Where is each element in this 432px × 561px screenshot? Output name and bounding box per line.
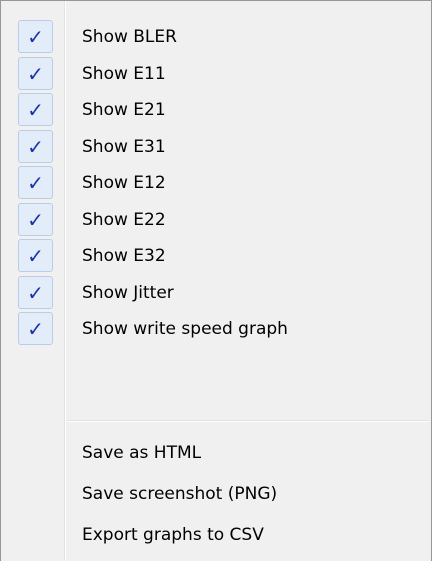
checkmark-icon: ✓ <box>18 130 53 163</box>
menu-item-label: Show E32 <box>82 246 166 266</box>
checkmark-icon: ✓ <box>18 203 53 236</box>
menu-item-show-e21[interactable]: ✓ Show E21 <box>1 92 431 128</box>
checkmark-icon: ✓ <box>18 276 53 309</box>
menu-item-label: Show E22 <box>82 210 166 230</box>
checkmark-icon: ✓ <box>18 93 53 126</box>
menu-item-label: Show BLER <box>82 27 177 47</box>
menu-item-export-graphs-csv[interactable]: Export graphs to CSV <box>1 517 431 553</box>
checkmark-icon: ✓ <box>18 312 53 345</box>
menu-item-label: Show Jitter <box>82 283 174 303</box>
menu-item-label: Show E21 <box>82 100 166 120</box>
menu-item-show-e11[interactable]: ✓ Show E11 <box>1 56 431 92</box>
menu-item-label: Save screenshot (PNG) <box>82 484 278 504</box>
menu-item-save-screenshot-png[interactable]: Save screenshot (PNG) <box>1 476 431 512</box>
menu-item-label: Save as HTML <box>82 443 202 463</box>
menu-item-label: Show E12 <box>82 173 166 193</box>
menu-item-save-as-html[interactable]: Save as HTML <box>1 435 431 471</box>
menu-item-show-e22[interactable]: ✓ Show E22 <box>1 202 431 238</box>
checkmark-icon: ✓ <box>18 20 53 53</box>
checkmark-icon: ✓ <box>18 239 53 272</box>
menu-item-label: Show E31 <box>82 137 166 157</box>
menu-item-label: Show E11 <box>82 64 166 84</box>
menu-item-show-e12[interactable]: ✓ Show E12 <box>1 165 431 201</box>
menu-item-show-bler[interactable]: ✓ Show BLER <box>1 19 431 55</box>
menu-item-label: Show write speed graph <box>82 319 288 339</box>
menu-separator <box>67 420 429 422</box>
checkmark-icon: ✓ <box>18 166 53 199</box>
context-menu: ✓ Show BLER ✓ Show E11 ✓ Show E21 ✓ Show… <box>0 0 432 561</box>
menu-item-show-write-speed-graph[interactable]: ✓ Show write speed graph <box>1 311 431 347</box>
menu-item-show-jitter[interactable]: ✓ Show Jitter <box>1 275 431 311</box>
checkmark-icon: ✓ <box>18 57 53 90</box>
menu-item-show-e31[interactable]: ✓ Show E31 <box>1 129 431 165</box>
menu-item-label: Export graphs to CSV <box>82 525 264 545</box>
menu-item-show-e32[interactable]: ✓ Show E32 <box>1 238 431 274</box>
